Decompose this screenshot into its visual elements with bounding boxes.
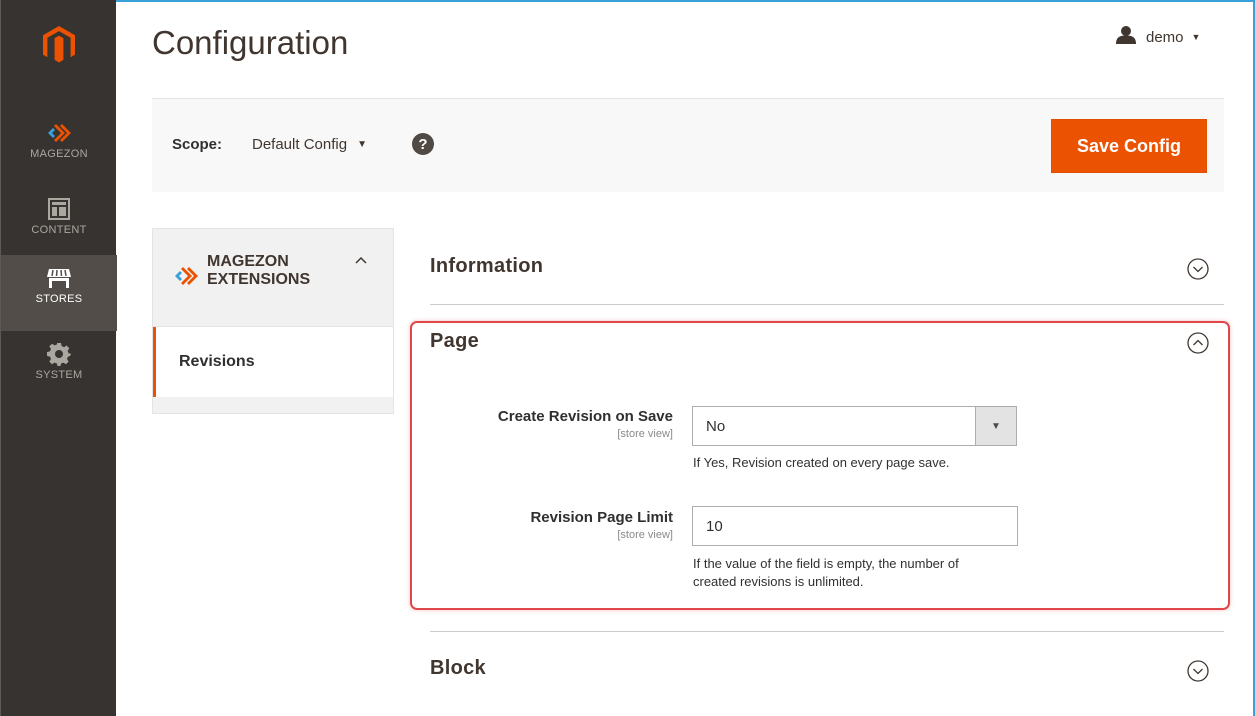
field-note-line: If the value of the field is empty, the … [693, 556, 959, 571]
tab-label: Revisions [179, 353, 255, 370]
expand-circle-icon[interactable] [1187, 660, 1209, 687]
field-note-line: created revisions is unlimited. [693, 574, 864, 589]
section-block-title[interactable]: Block [430, 657, 486, 680]
section-page-title[interactable]: Page [430, 330, 479, 353]
expand-circle-icon[interactable] [1187, 258, 1209, 285]
tab-revisions[interactable]: Revisions [153, 327, 393, 397]
create-revision-label: Create Revision on Save [497, 408, 673, 425]
scope-value: Default Config [252, 136, 348, 153]
collapse-circle-icon[interactable] [1187, 332, 1209, 359]
scope-label: Scope: [172, 136, 223, 153]
section-information-title[interactable]: Information [430, 255, 543, 278]
sidebar-item-label: SYSTEM [35, 369, 83, 381]
gear-icon [1, 341, 117, 367]
revision-page-limit-label: Revision Page Limit [530, 509, 673, 526]
dropdown-arrow-icon: ▼ [975, 407, 1016, 445]
config-tabs: MAGEZON EXTENSIONS Revisions [152, 228, 394, 414]
save-config-button[interactable]: Save Config [1051, 119, 1207, 173]
scope-hint: [store view] [617, 529, 673, 541]
user-icon [1116, 26, 1136, 48]
sidebar-item-content[interactable]: CONTENT [1, 186, 117, 262]
field-note: If Yes, Revision created on every page s… [693, 455, 950, 470]
tab-group-title-line: MAGEZON [207, 253, 289, 270]
magento-logo[interactable] [1, 26, 117, 66]
user-menu[interactable]: demo ▼ [1116, 26, 1200, 48]
sidebar-item-stores[interactable]: STORES [1, 255, 117, 331]
magezon-icon [173, 265, 199, 292]
revision-page-limit-input[interactable] [692, 506, 1018, 546]
sidebar-item-label: STORES [35, 293, 83, 305]
scope-hint: [store view] [617, 428, 673, 440]
scope-toolbar: Scope: Default Config ▼ ? Save Config [152, 98, 1224, 192]
chevron-down-icon: ▼ [1191, 32, 1201, 42]
tab-group-title: MAGEZON EXTENSIONS [207, 253, 310, 289]
window-top-border [116, 0, 1255, 2]
page-title: Configuration [152, 24, 349, 61]
sidebar-item-label: MAGEZON [30, 148, 88, 160]
sidebar-item-magezon[interactable]: MAGEZON [1, 110, 117, 186]
create-revision-select[interactable]: No ▼ [692, 406, 1017, 446]
field-note: If the value of the field is empty, the … [693, 555, 1033, 591]
tab-group-magezon-extensions[interactable]: MAGEZON EXTENSIONS [153, 229, 393, 327]
user-name: demo [1146, 28, 1184, 46]
admin-sidebar: MAGEZON CONTENT STORES SYSTEM [0, 0, 117, 716]
stores-icon [1, 265, 117, 291]
tab-group-title-line: EXTENSIONS [207, 271, 311, 288]
select-value: No [706, 418, 726, 435]
sidebar-item-label: CONTENT [31, 224, 87, 236]
section-divider [430, 631, 1224, 632]
content-icon [1, 196, 117, 222]
sidebar-item-system[interactable]: SYSTEM [1, 331, 117, 407]
section-divider [430, 304, 1224, 305]
chevron-down-icon: ▼ [357, 139, 367, 150]
scope-switcher[interactable]: Default Config ▼ [252, 136, 367, 153]
chevron-up-icon [355, 251, 367, 269]
magezon-icon [1, 120, 117, 146]
help-icon[interactable]: ? [412, 133, 434, 155]
